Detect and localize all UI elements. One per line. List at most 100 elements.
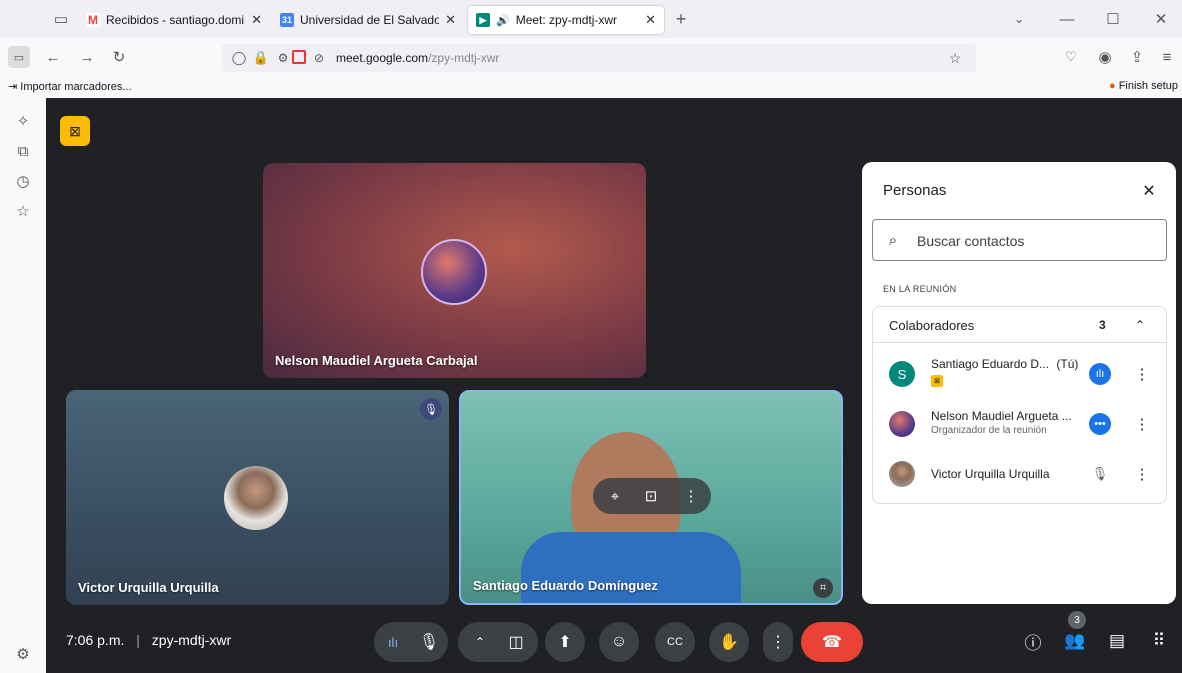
- bookmark-star-icon[interactable]: ☆: [946, 49, 964, 67]
- tab-list-icon[interactable]: ▭: [52, 10, 70, 28]
- forward-icon[interactable]: →: [76, 46, 98, 68]
- more-options-button[interactable]: ⋮: [763, 622, 793, 662]
- calendar-icon: 31: [280, 13, 294, 27]
- bookmarks-bar: ⇥ Importar marcadores... ● Finish setup: [0, 76, 1182, 98]
- close-icon[interactable]: ✕: [251, 12, 262, 28]
- participant-name: Santiago Eduardo Domínguez: [473, 578, 658, 593]
- avatar: [889, 411, 915, 437]
- account-icon[interactable]: ◉: [1094, 46, 1116, 68]
- reload-icon[interactable]: ↻: [108, 46, 130, 68]
- bookmarks-icon[interactable]: ☆: [12, 200, 34, 222]
- import-bookmarks-label: Importar marcadores...: [20, 81, 132, 93]
- avatar: [889, 461, 915, 487]
- ellipsis-indicator-icon: •••: [1089, 413, 1111, 435]
- search-contacts-input[interactable]: ⌕ Buscar contactos: [872, 219, 1167, 261]
- participant-row[interactable]: Nelson Maudiel Argueta ... Organizador d…: [873, 405, 1166, 445]
- mic-off-icon: 🎙: [1091, 466, 1109, 481]
- meet-icon: ▶: [476, 13, 490, 27]
- close-icon[interactable]: ✕: [645, 12, 656, 28]
- participant-name: Nelson Maudiel Argueta Carbajal: [275, 353, 478, 368]
- tab-meet[interactable]: ▶ 🔊 Meet: zpy-mdtj-xwr ✕: [468, 6, 664, 34]
- synced-tabs-icon[interactable]: ⧉: [12, 140, 34, 162]
- avatar: S: [889, 361, 915, 387]
- tab-university[interactable]: 31 Universidad de El Salvador - Ca ✕: [272, 6, 464, 34]
- camera-permission-icon[interactable]: [292, 50, 306, 64]
- tab-gmail[interactable]: M Recibidos - santiago.domingue ✕: [78, 6, 270, 34]
- present-screen-button[interactable]: ⬆: [545, 622, 585, 662]
- history-icon[interactable]: ◷: [12, 170, 34, 192]
- more-options-icon[interactable]: ⋮: [679, 484, 703, 508]
- background-effects-icon[interactable]: ⊡: [639, 484, 663, 508]
- divider: |: [136, 632, 140, 648]
- activities-icon[interactable]: ⠿: [1146, 628, 1172, 654]
- hangup-icon: ☎: [822, 634, 842, 651]
- permissions-icon[interactable]: ⚙: [274, 49, 292, 67]
- more-options-icon[interactable]: ⋮: [1131, 463, 1153, 485]
- tab-label: Recibidos - santiago.domingue: [106, 13, 245, 27]
- close-panel-icon[interactable]: ✕: [1138, 180, 1160, 202]
- ai-chat-icon[interactable]: ✧: [12, 110, 34, 132]
- speaking-indicator-icon: ılı: [1089, 363, 1111, 385]
- you-label: (Tú): [1056, 357, 1079, 371]
- tab-label: Universidad de El Salvador - Ca: [300, 13, 440, 27]
- crop-icon[interactable]: ⌗: [813, 578, 833, 598]
- participant-tile[interactable]: Nelson Maudiel Argueta Carbajal: [263, 163, 646, 378]
- more-options-icon[interactable]: ⋮: [1131, 413, 1153, 435]
- sidebar-toggle-icon[interactable]: ▭: [8, 46, 30, 68]
- pocket-icon[interactable]: ♡: [1060, 46, 1082, 68]
- group-count: 3: [1099, 318, 1106, 332]
- group-header[interactable]: Colaboradores 3 ⌃: [873, 307, 1166, 343]
- finish-setup-label: Finish setup: [1118, 80, 1178, 92]
- minimize-icon[interactable]: —: [1058, 10, 1076, 28]
- search-icon: ⌕: [888, 231, 898, 249]
- lock-icon[interactable]: 🔒: [252, 49, 270, 67]
- avatar: [224, 466, 288, 530]
- camera-control-group: ⌃ ◫: [458, 622, 538, 662]
- participant-row[interactable]: S Santiago Eduardo D... (Tú) ⊠ ılı ⋮: [873, 355, 1166, 395]
- close-icon[interactable]: ✕: [445, 12, 456, 28]
- meeting-code: zpy-mdtj-xwr: [151, 632, 232, 648]
- microphone-icon[interactable]: 🎙: [411, 632, 447, 652]
- mic-blocked-icon[interactable]: ⊘: [310, 49, 328, 67]
- participant-role: Organizador de la reunión: [931, 425, 1047, 436]
- audio-level-icon[interactable]: ılı: [375, 635, 411, 650]
- menu-icon[interactable]: ≡: [1156, 46, 1178, 68]
- more-options-icon[interactable]: ⋮: [1131, 363, 1153, 385]
- browser-sidebar: ✧ ⧉ ◷ ☆ ⚙: [0, 98, 46, 673]
- participant-tile[interactable]: 🎙 Victor Urquilla Urquilla: [66, 390, 449, 605]
- tab-label: Meet: zpy-mdtj-xwr: [515, 13, 618, 27]
- participant-row[interactable]: Victor Urquilla Urquilla 🎙 ⋮: [873, 455, 1166, 495]
- people-icon[interactable]: 👥: [1062, 628, 1088, 654]
- url-path: /zpy-mdtj-xwr: [428, 51, 500, 65]
- panel-title: Personas: [883, 182, 947, 199]
- meeting-info: 7:06 p.m. | zpy-mdtj-xwr: [66, 632, 231, 648]
- new-tab-icon[interactable]: +: [672, 9, 690, 29]
- chevron-up-icon[interactable]: ⌃: [1131, 316, 1149, 334]
- present-icon: ⬆: [558, 634, 572, 651]
- maximize-icon[interactable]: ☐: [1104, 10, 1122, 28]
- captions-button[interactable]: CC: [655, 622, 695, 662]
- speaker-icon[interactable]: 🔊: [496, 14, 510, 27]
- camera-off-indicator-icon[interactable]: ⊠: [60, 116, 90, 146]
- extensions-icon[interactable]: ⇪: [1126, 46, 1148, 68]
- import-bookmarks-link[interactable]: ⇥ Importar marcadores...: [8, 80, 132, 93]
- self-video-tile[interactable]: ⌖ ⊡ ⋮ ⌗ Santiago Eduardo Domínguez: [459, 390, 843, 605]
- leave-call-button[interactable]: ☎: [801, 622, 863, 662]
- finish-setup-link[interactable]: ● Finish setup: [1109, 80, 1178, 92]
- search-placeholder: Buscar contactos: [917, 233, 1025, 249]
- back-icon[interactable]: ←: [42, 46, 64, 68]
- shield-icon[interactable]: ◯: [230, 49, 248, 67]
- chevron-up-icon[interactable]: ⌃: [462, 635, 498, 649]
- url-text: meet.google.com/zpy-mdtj-xwr: [336, 51, 499, 65]
- camera-icon[interactable]: ◫: [498, 632, 534, 652]
- sidebar-settings-icon[interactable]: ⚙: [12, 643, 34, 665]
- chat-icon[interactable]: ▤: [1104, 628, 1130, 654]
- close-window-icon[interactable]: ✕: [1152, 10, 1170, 28]
- framing-icon[interactable]: ⌖: [603, 484, 627, 508]
- meeting-details-icon[interactable]: ⓘ: [1020, 628, 1046, 654]
- raise-hand-button[interactable]: ✋: [709, 622, 749, 662]
- reactions-button[interactable]: ☺: [599, 622, 639, 662]
- url-bar[interactable]: ◯ 🔒 ⚙ ⊘ meet.google.com/zpy-mdtj-xwr ☆: [222, 44, 976, 72]
- hand-icon: ✋: [719, 634, 739, 651]
- chevron-down-icon[interactable]: ⌄: [1010, 10, 1028, 28]
